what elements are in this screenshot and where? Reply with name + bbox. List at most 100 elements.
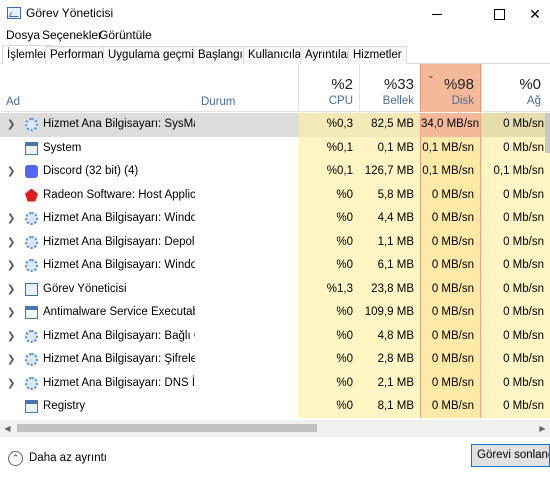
footer: ⌃ Daha az ayrıntı Görevi sonlandır (0, 437, 550, 497)
column-header-name[interactable]: Ad (6, 96, 20, 108)
scroll-right-icon[interactable]: ▶ (535, 420, 550, 437)
table-row[interactable]: ❯ Hizmet Ana Bilgisayarı: Depola... %0 1,1 … (0, 230, 550, 254)
menu-file[interactable]: Dosya (6, 28, 40, 42)
gear-icon (25, 329, 38, 343)
scroll-left-icon[interactable]: ◀ (0, 420, 15, 437)
gear-icon (25, 353, 38, 366)
column-header-memory[interactable]: %33 Bellek (359, 64, 420, 112)
scroll-thumb[interactable] (17, 424, 317, 432)
cpu-value: %0 (298, 254, 359, 278)
disk-value: 0 MB/sn (420, 230, 481, 254)
cpu-value: %1,3 (298, 277, 359, 301)
gear-icon (25, 259, 38, 272)
memory-value: 1,1 MB (359, 230, 420, 254)
chevron-right-icon[interactable]: ❯ (7, 160, 15, 183)
memory-value: 109,9 MB (359, 301, 420, 325)
table-row[interactable]: Radeon Software: Host Applicat... %05,8 M… (0, 183, 550, 207)
menu-options[interactable]: Seçenekler (42, 28, 102, 42)
tab-services[interactable]: Hizmetler (348, 46, 407, 64)
disk-value: 0 MB/sn (420, 324, 481, 348)
chevron-right-icon[interactable]: ❯ (7, 278, 15, 301)
cpu-value: %0 (298, 230, 359, 254)
cpu-value: %0,1 (298, 136, 359, 160)
minimize-button[interactable] (414, 0, 460, 28)
memory-value: 2,8 MB (359, 348, 420, 372)
chevron-right-icon[interactable]: ❯ (7, 372, 15, 395)
cpu-value: %0 (298, 371, 359, 395)
column-header-status[interactable]: Durum (201, 96, 236, 108)
task-manager-icon (7, 7, 21, 19)
network-value: 0 Mb/sn (481, 371, 550, 395)
horizontal-scrollbar[interactable]: ◀ ▶ (0, 420, 550, 437)
disk-value: 0 MB/sn (420, 371, 481, 395)
chevron-right-icon[interactable]: ❯ (7, 231, 15, 254)
network-value: 0 Mb/sn (481, 207, 550, 231)
cpu-value: %0 (298, 207, 359, 231)
tab-bar: İşlemler Performans Uygulama geçmişi Baş… (0, 45, 550, 64)
disk-value: 0 MB/sn (420, 301, 481, 325)
table-row[interactable]: ❯ Hizmet Ana Bilgisayarı: Window... %04,4 … (0, 207, 550, 231)
gear-icon (25, 376, 38, 390)
column-header-row: Ad Durum %2 CPU %33 Bellek ⌄ %98 Disk %0… (0, 64, 550, 112)
chevron-right-icon[interactable]: ❯ (7, 113, 15, 136)
process-list: ❯ Hizmet Ana Bilgisayarı: SysMain %0,3 82,5… (0, 113, 550, 418)
chevron-right-icon[interactable]: ❯ (7, 207, 15, 230)
table-row[interactable]: ❯ Hizmet Ana Bilgisayarı: Window... %06,1 … (0, 254, 550, 278)
disk-value: 0 MB/sn (420, 348, 481, 372)
vertical-scrollbar[interactable] (545, 113, 550, 153)
task-manager-icon (25, 282, 38, 296)
cpu-percent: %2 (331, 76, 353, 93)
gear-icon (25, 212, 38, 225)
window-icon (25, 400, 38, 413)
table-row[interactable]: ❯ Hizmet Ana Bilgisayarı: SysMain %0,3 82,5… (0, 113, 550, 137)
table-row[interactable]: ❯ Görev Yöneticisi %1,3 23,8 MB 0 MB/sn 0 Mb/… (0, 277, 550, 301)
network-value: 0 Mb/sn (481, 230, 550, 254)
column-header-network[interactable]: %0 Ağ (481, 64, 550, 112)
network-value: 0 Mb/sn (481, 254, 550, 278)
chevron-right-icon[interactable]: ❯ (7, 348, 15, 371)
cpu-value: %0 (298, 324, 359, 348)
cpu-value: %0 (298, 395, 359, 418)
network-value: 0 Mb/sn (481, 301, 550, 325)
fewer-details-button[interactable]: ⌃ Daha az ayrıntı (8, 449, 107, 467)
chevron-right-icon[interactable]: ❯ (7, 325, 15, 348)
network-value: 0 Mb/sn (481, 136, 550, 160)
network-value: 0 Mb/sn (481, 324, 550, 348)
disk-value: 0 MB/sn (420, 207, 481, 231)
disk-value: 0 MB/sn (420, 183, 481, 207)
chevron-up-icon: ⌃ (8, 450, 23, 466)
title-bar: Görev Yöneticisi ✕ (0, 0, 550, 28)
network-value: 0 Mb/sn (481, 113, 550, 137)
window-title: Görev Yöneticisi (26, 6, 114, 20)
close-button[interactable]: ✕ (520, 0, 550, 28)
table-row[interactable]: ❯ Hizmet Ana Bilgisayarı: Bağlı Ci... %04,… (0, 324, 550, 348)
gear-icon (25, 235, 38, 249)
window-icon (25, 306, 38, 319)
memory-percent: %33 (383, 76, 414, 93)
cpu-value: %0 (298, 301, 359, 325)
tab-app-history[interactable]: Uygulama geçmişi (103, 46, 207, 64)
table-row[interactable]: ❯ Hizmet Ana Bilgisayarı: DNS İst... %02,1… (0, 371, 550, 395)
table-row[interactable]: Registry %0 8,1 MB 0 MB/sn 0 Mb/sn (0, 395, 550, 418)
table-row[interactable]: System %0,1 0,1 MB 0,1 MB/sn 0 Mb/sn (0, 136, 550, 160)
table-row[interactable]: ❯ Antimalware Service Executable %0 109,9 M… (0, 301, 550, 325)
menu-view[interactable]: Görüntüle (99, 28, 152, 42)
column-header-disk[interactable]: ⌄ %98 Disk (420, 64, 481, 112)
cpu-value: %0 (298, 183, 359, 207)
network-value: 0 Mb/sn (481, 395, 550, 418)
cpu-value: %0 (298, 348, 359, 372)
chevron-right-icon[interactable]: ❯ (7, 301, 15, 324)
end-task-button[interactable]: Görevi sonlandır (471, 444, 550, 467)
disk-label: Disk (451, 95, 474, 107)
table-row[interactable]: ❯ Discord (32 bit) (4) %0,1 126,7 MB 0,1 MB/… (0, 160, 550, 184)
memory-label: Bellek (382, 95, 414, 107)
radeon-icon (25, 188, 38, 202)
gear-icon (25, 118, 38, 131)
process-name: Antimalware Service Executable (43, 306, 195, 318)
process-name: System (43, 141, 82, 154)
chevron-right-icon[interactable]: ❯ (7, 254, 15, 277)
column-header-cpu[interactable]: %2 CPU (298, 64, 359, 112)
maximize-button[interactable] (476, 0, 522, 28)
table-row[interactable]: ❯ Hizmet Ana Bilgisayarı: Şifrelem... %02,… (0, 348, 550, 372)
process-name: Hizmet Ana Bilgisayarı: Bağlı Ci... (43, 329, 195, 342)
